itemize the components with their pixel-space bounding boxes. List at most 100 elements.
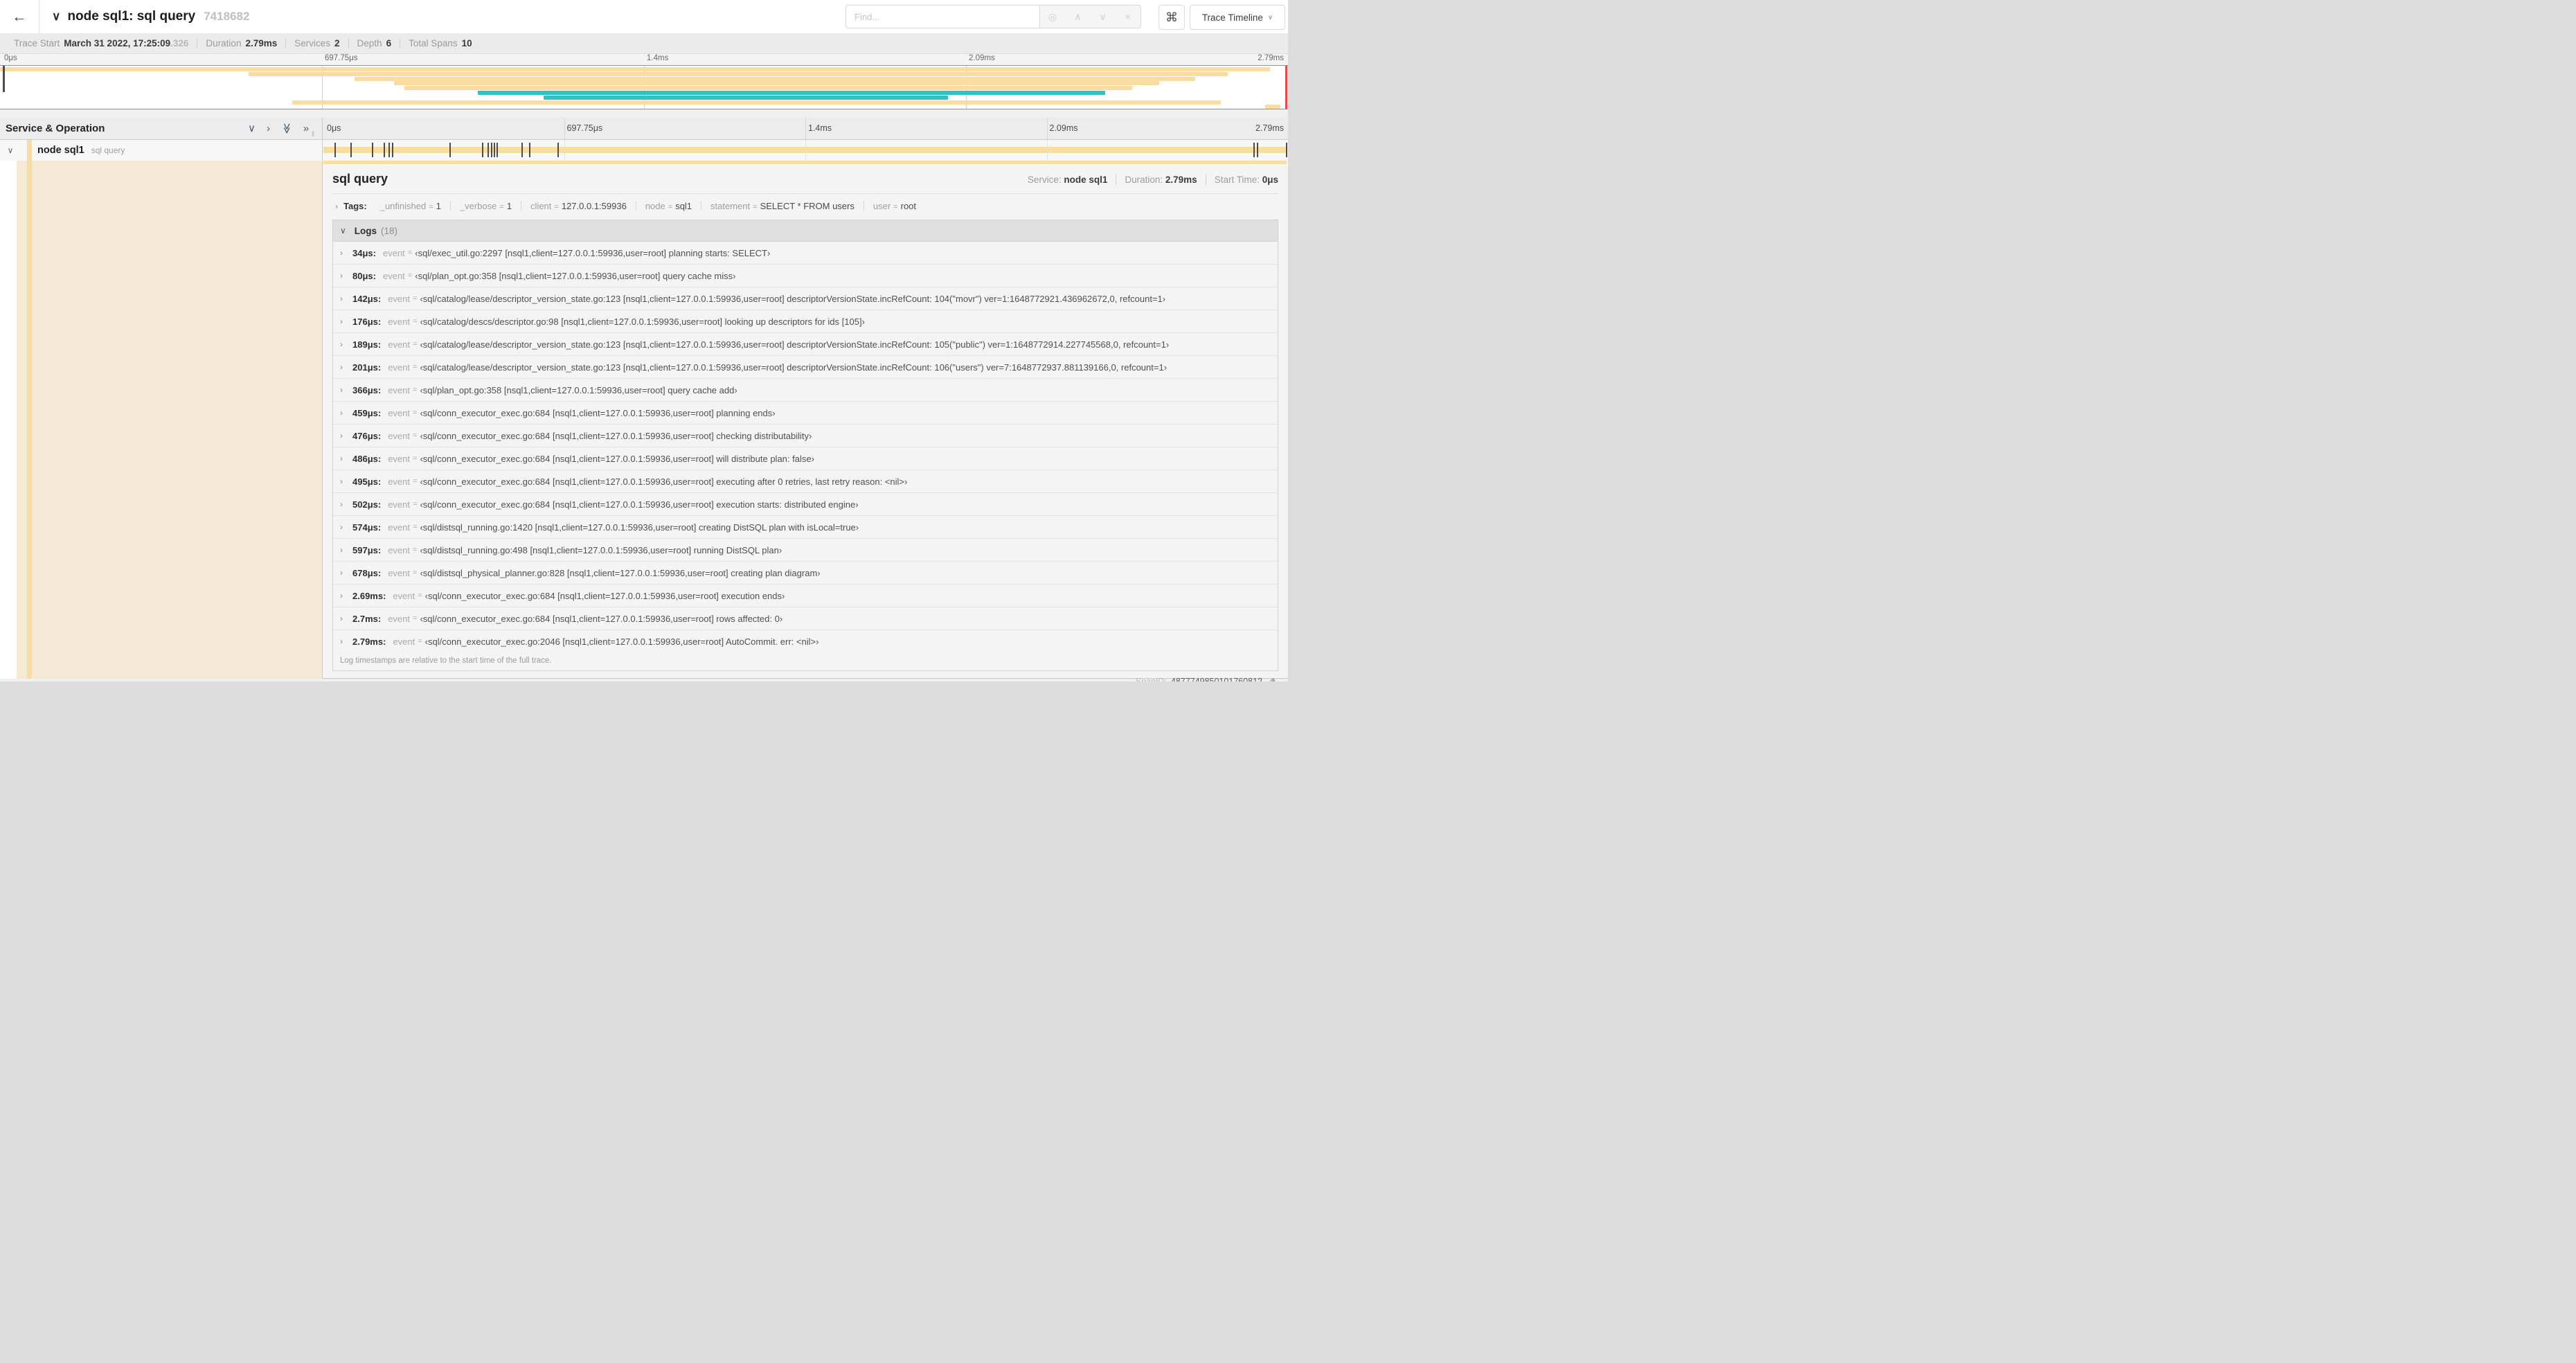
- collapse-all-icon[interactable]: ≫: [280, 123, 292, 134]
- log-row[interactable]: › 2.7ms: event = ‹sql/conn_executor_exec.go:…: [333, 607, 1278, 630]
- chevron-right-icon[interactable]: ›: [340, 339, 352, 349]
- command-icon: ⌘: [1165, 10, 1178, 24]
- title-collapse-icon[interactable]: ∨: [52, 10, 60, 24]
- tag-item[interactable]: _verbose = 1: [451, 201, 522, 211]
- chevron-right-icon[interactable]: ›: [340, 568, 352, 578]
- detail-left-gutter: [0, 161, 17, 679]
- log-row[interactable]: › 2.79ms: event = ‹sql/conn_executor_exec.go…: [333, 630, 1278, 652]
- axis-tick-label: 2.09ms: [969, 54, 995, 62]
- chevron-right-icon[interactable]: ›: [340, 248, 352, 258]
- chevron-right-icon[interactable]: ›: [340, 454, 352, 463]
- summary-value: 6: [386, 38, 392, 48]
- timeline-gridline: [1046, 118, 1048, 139]
- log-row[interactable]: › 678μs: event = ‹sql/distsql_physical_plann…: [333, 561, 1278, 584]
- column-resizer-handle[interactable]: ‖: [312, 131, 314, 139]
- tags-row[interactable]: › Tags: _unfinished = 1 _verbose = 1 client = 12…: [332, 194, 1278, 217]
- link-icon[interactable]: [1267, 677, 1277, 682]
- find-input[interactable]: [846, 5, 1039, 28]
- tag-equals: =: [554, 203, 559, 211]
- view-selector-button[interactable]: Trace Timeline ∨: [1190, 5, 1285, 30]
- log-equals: =: [413, 500, 418, 508]
- log-row[interactable]: › 597μs: event = ‹sql/distsql_running.go:498…: [333, 538, 1278, 561]
- chevron-right-icon[interactable]: ›: [340, 408, 352, 418]
- log-row[interactable]: › 189μs: event = ‹sql/catalog/lease/descript…: [333, 332, 1278, 355]
- chevron-right-icon[interactable]: ›: [335, 202, 338, 211]
- back-button[interactable]: ←: [0, 0, 39, 33]
- detail-info-label: Service:: [1027, 175, 1064, 185]
- tag-item[interactable]: statement = SELECT * FROM users: [701, 201, 864, 211]
- tag-equals: =: [753, 203, 758, 211]
- log-equals: =: [413, 454, 418, 463]
- minimap-left-scrubber[interactable]: [3, 66, 5, 92]
- chevron-right-icon[interactable]: ›: [340, 385, 352, 395]
- log-equals: =: [407, 249, 413, 257]
- log-timestamp: 597μs:: [352, 544, 382, 555]
- log-row[interactable]: › 201μs: event = ‹sql/catalog/lease/descript…: [333, 355, 1278, 378]
- chevron-right-icon[interactable]: ›: [340, 476, 352, 486]
- expand-one-icon[interactable]: ›: [267, 123, 270, 134]
- logs-header[interactable]: ∨ Logs (18): [333, 220, 1278, 242]
- tag-equals: =: [499, 203, 504, 211]
- keyboard-shortcuts-button[interactable]: ⌘: [1159, 5, 1185, 30]
- log-row[interactable]: › 142μs: event = ‹sql/catalog/lease/descript…: [333, 287, 1278, 310]
- tag-item[interactable]: client = 127.0.0.1:59936: [521, 201, 636, 211]
- minimap-right-scrubber[interactable]: [1285, 66, 1287, 109]
- logs-footnote: Log timestamps are relative to the start…: [340, 657, 552, 665]
- summary-label: Total Spans: [409, 38, 458, 48]
- log-equals: =: [413, 294, 418, 303]
- chevron-right-icon[interactable]: ›: [340, 591, 352, 600]
- chevron-right-icon[interactable]: ›: [340, 545, 352, 555]
- chevron-right-icon[interactable]: ›: [340, 522, 352, 532]
- chevron-right-icon[interactable]: ›: [340, 636, 352, 646]
- log-row[interactable]: › 495μs: event = ‹sql/conn_executor_exec.go:…: [333, 470, 1278, 492]
- log-row[interactable]: › 502μs: event = ‹sql/conn_executor_exec.go:…: [333, 492, 1278, 515]
- chevron-right-icon[interactable]: ›: [340, 317, 352, 326]
- chevron-right-icon[interactable]: ›: [340, 271, 352, 280]
- timeline-gridline: [564, 140, 565, 161]
- log-row[interactable]: › 366μs: event = ‹sql/plan_opt.go:358 [nsql1…: [333, 378, 1278, 401]
- chevron-right-icon[interactable]: ›: [340, 431, 352, 440]
- trace-id: 7418682: [204, 10, 250, 23]
- tag-key: user: [873, 201, 891, 211]
- log-row[interactable]: › 486μs: event = ‹sql/conn_executor_exec.go:…: [333, 447, 1278, 470]
- minimap-span-band: [543, 95, 948, 100]
- summary-label: Services: [294, 38, 331, 48]
- minimap-canvas[interactable]: [0, 65, 1288, 109]
- log-timestamp: 459μs:: [352, 407, 382, 418]
- log-row[interactable]: › 34μs: event = ‹sql/exec_util.go:2297 [nsql…: [333, 242, 1278, 264]
- timeline-table-header: Service & Operation ∨ › ≫ » ‖ 0μs 697.75μ…: [0, 118, 1288, 140]
- tag-item[interactable]: _unfinished = 1: [371, 201, 451, 211]
- span-collapse-icon[interactable]: ∨: [0, 145, 21, 155]
- log-timestamp: 176μs:: [352, 316, 382, 327]
- tag-item[interactable]: node = sql1: [636, 201, 702, 211]
- log-field-value: ‹sql/catalog/lease/descriptor_version_st…: [420, 293, 1166, 304]
- close-icon[interactable]: ×: [1120, 11, 1136, 22]
- log-row[interactable]: › 80μs: event = ‹sql/plan_opt.go:358 [nsql1,…: [333, 264, 1278, 287]
- axis-tick-label: 1.4ms: [808, 123, 832, 133]
- chevron-down-icon[interactable]: ∨: [1095, 11, 1111, 23]
- log-row[interactable]: › 176μs: event = ‹sql/catalog/descs/descript…: [333, 310, 1278, 332]
- log-row[interactable]: › 2.69ms: event = ‹sql/conn_executor_exec.go…: [333, 584, 1278, 607]
- tag-item[interactable]: user = root: [864, 201, 925, 211]
- log-row[interactable]: › 459μs: event = ‹sql/conn_executor_exec.go:…: [333, 401, 1278, 424]
- log-row[interactable]: › 476μs: event = ‹sql/conn_executor_exec.go:…: [333, 424, 1278, 447]
- log-equals: =: [418, 637, 422, 645]
- summary-label: Depth: [357, 38, 382, 48]
- summary-item: Duration 2.79ms: [197, 38, 287, 48]
- log-row[interactable]: › 574μs: event = ‹sql/distsql_running.go:142…: [333, 515, 1278, 538]
- span-name-cell[interactable]: ∨ node sql1 sql query: [0, 140, 323, 161]
- chevron-right-icon[interactable]: ›: [340, 362, 352, 372]
- summary-item: Trace Start March 31 2022, 17:25:09.326: [6, 38, 198, 48]
- collapse-one-icon[interactable]: ∨: [248, 123, 256, 134]
- chevron-up-icon[interactable]: ∧: [1069, 11, 1086, 23]
- minimap-span-band: [1264, 105, 1280, 109]
- chevron-right-icon[interactable]: ›: [340, 614, 352, 623]
- log-marker-tick: [493, 143, 495, 157]
- log-field-key: event: [388, 430, 411, 441]
- detail-info-item: Duration: 2.79ms: [1116, 175, 1197, 185]
- focus-icon[interactable]: ◎: [1044, 11, 1061, 23]
- chevron-right-icon[interactable]: ›: [340, 499, 352, 509]
- chevron-right-icon[interactable]: ›: [340, 294, 352, 303]
- tag-list: _unfinished = 1 _verbose = 1 client = 127.0.0.1:…: [371, 201, 925, 211]
- expand-all-icon[interactable]: »: [303, 123, 309, 134]
